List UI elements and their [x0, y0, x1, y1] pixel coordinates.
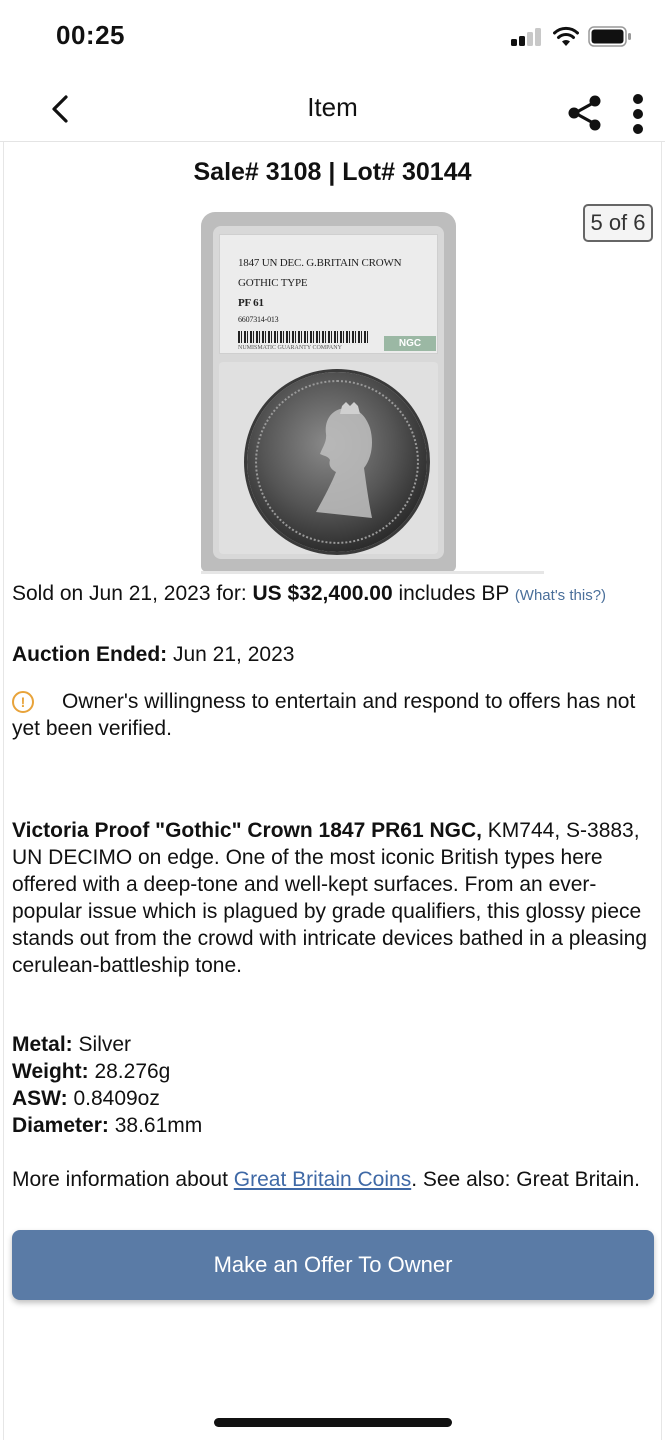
sold-price: US $32,400.00	[252, 582, 393, 605]
status-time: 00:25	[56, 20, 125, 50]
offer-note-text: Owner's willingness to entertain and res…	[12, 690, 636, 740]
more-info: More information about Great Britain Coi…	[12, 1166, 652, 1193]
spec-diameter-label: Diameter:	[12, 1114, 109, 1137]
coin-image[interactable]: 1847 UN DEC. G.BRITAIN CROWN GOTHIC TYPE…	[201, 212, 456, 572]
ngc-logo: NGC	[384, 336, 436, 351]
barcode	[238, 331, 368, 343]
share-icon[interactable]	[566, 94, 604, 132]
slab-holder: 1847 UN DEC. G.BRITAIN CROWN GOTHIC TYPE…	[213, 226, 444, 559]
description-body: KM744, S-3883, UN DECIMO on edge. One of…	[12, 819, 648, 977]
item-description: Victoria Proof "Gothic" Crown 1847 PR61 …	[12, 817, 652, 979]
coin-well	[219, 362, 438, 554]
home-indicator[interactable]	[214, 1418, 452, 1427]
spec-weight: Weight: 28.276g	[12, 1058, 202, 1085]
spec-metal-value: Silver	[72, 1033, 132, 1056]
sold-prefix: Sold on Jun 21, 2023 for:	[12, 582, 253, 605]
make-offer-button[interactable]: Make an Offer To Owner	[12, 1230, 654, 1300]
nav-bar: Item	[0, 72, 665, 142]
spec-diameter: Diameter: 38.61mm	[12, 1112, 202, 1139]
warning-circle-icon: !	[12, 691, 34, 713]
image-counter: 5 of 6	[583, 204, 653, 242]
spec-asw-value: 0.8409oz	[67, 1087, 160, 1110]
slab-label: 1847 UN DEC. G.BRITAIN CROWN GOTHIC TYPE…	[219, 234, 438, 354]
sold-suffix: includes BP	[392, 582, 515, 605]
queen-portrait	[316, 402, 372, 518]
sale-lot-header: Sale# 3108 | Lot# 30144	[193, 158, 472, 186]
coin-specs: Metal: Silver Weight: 28.276g ASW: 0.840…	[12, 1031, 202, 1139]
more-vertical-icon[interactable]	[628, 94, 648, 136]
auction-ended-date: Jun 21, 2023	[167, 643, 295, 666]
more-info-prefix: More information about	[12, 1168, 234, 1191]
signal-icon	[511, 28, 543, 46]
description-title: Victoria Proof "Gothic" Crown 1847 PR61 …	[12, 819, 482, 842]
auction-ended: Auction Ended: Jun 21, 2023	[12, 643, 294, 667]
auction-ended-label: Auction Ended:	[12, 643, 168, 666]
label-company: NUMISMATIC GUARANTY COMPANY	[238, 345, 342, 351]
coin	[247, 372, 427, 552]
spec-weight-value: 28.276g	[88, 1060, 171, 1083]
label-grade: PF 61	[238, 297, 264, 309]
whats-this-link[interactable]: (What's this?)	[515, 587, 606, 604]
battery-icon	[588, 26, 631, 47]
more-info-suffix: . See also: Great Britain.	[411, 1168, 640, 1191]
label-line-1: 1847 UN DEC. G.BRITAIN CROWN	[238, 257, 402, 269]
label-cert: 6607314-013	[238, 315, 279, 324]
status-bar: 00:25	[0, 0, 665, 72]
spec-weight-label: Weight:	[12, 1060, 89, 1083]
spec-asw: ASW: 0.8409oz	[12, 1085, 202, 1112]
image-divider	[201, 571, 544, 574]
spec-diameter-value: 38.61mm	[108, 1114, 203, 1137]
wifi-icon	[553, 26, 579, 46]
spec-asw-label: ASW:	[12, 1087, 68, 1110]
offer-verification-note: ! Owner's willingness to entertain and re…	[12, 688, 652, 742]
spec-metal: Metal: Silver	[12, 1031, 202, 1058]
sold-info: Sold on Jun 21, 2023 for: US $32,400.00 …	[12, 580, 652, 609]
spec-metal-label: Metal:	[12, 1033, 73, 1056]
great-britain-coins-link[interactable]: Great Britain Coins	[234, 1168, 411, 1191]
label-line-2: GOTHIC TYPE	[238, 277, 308, 289]
